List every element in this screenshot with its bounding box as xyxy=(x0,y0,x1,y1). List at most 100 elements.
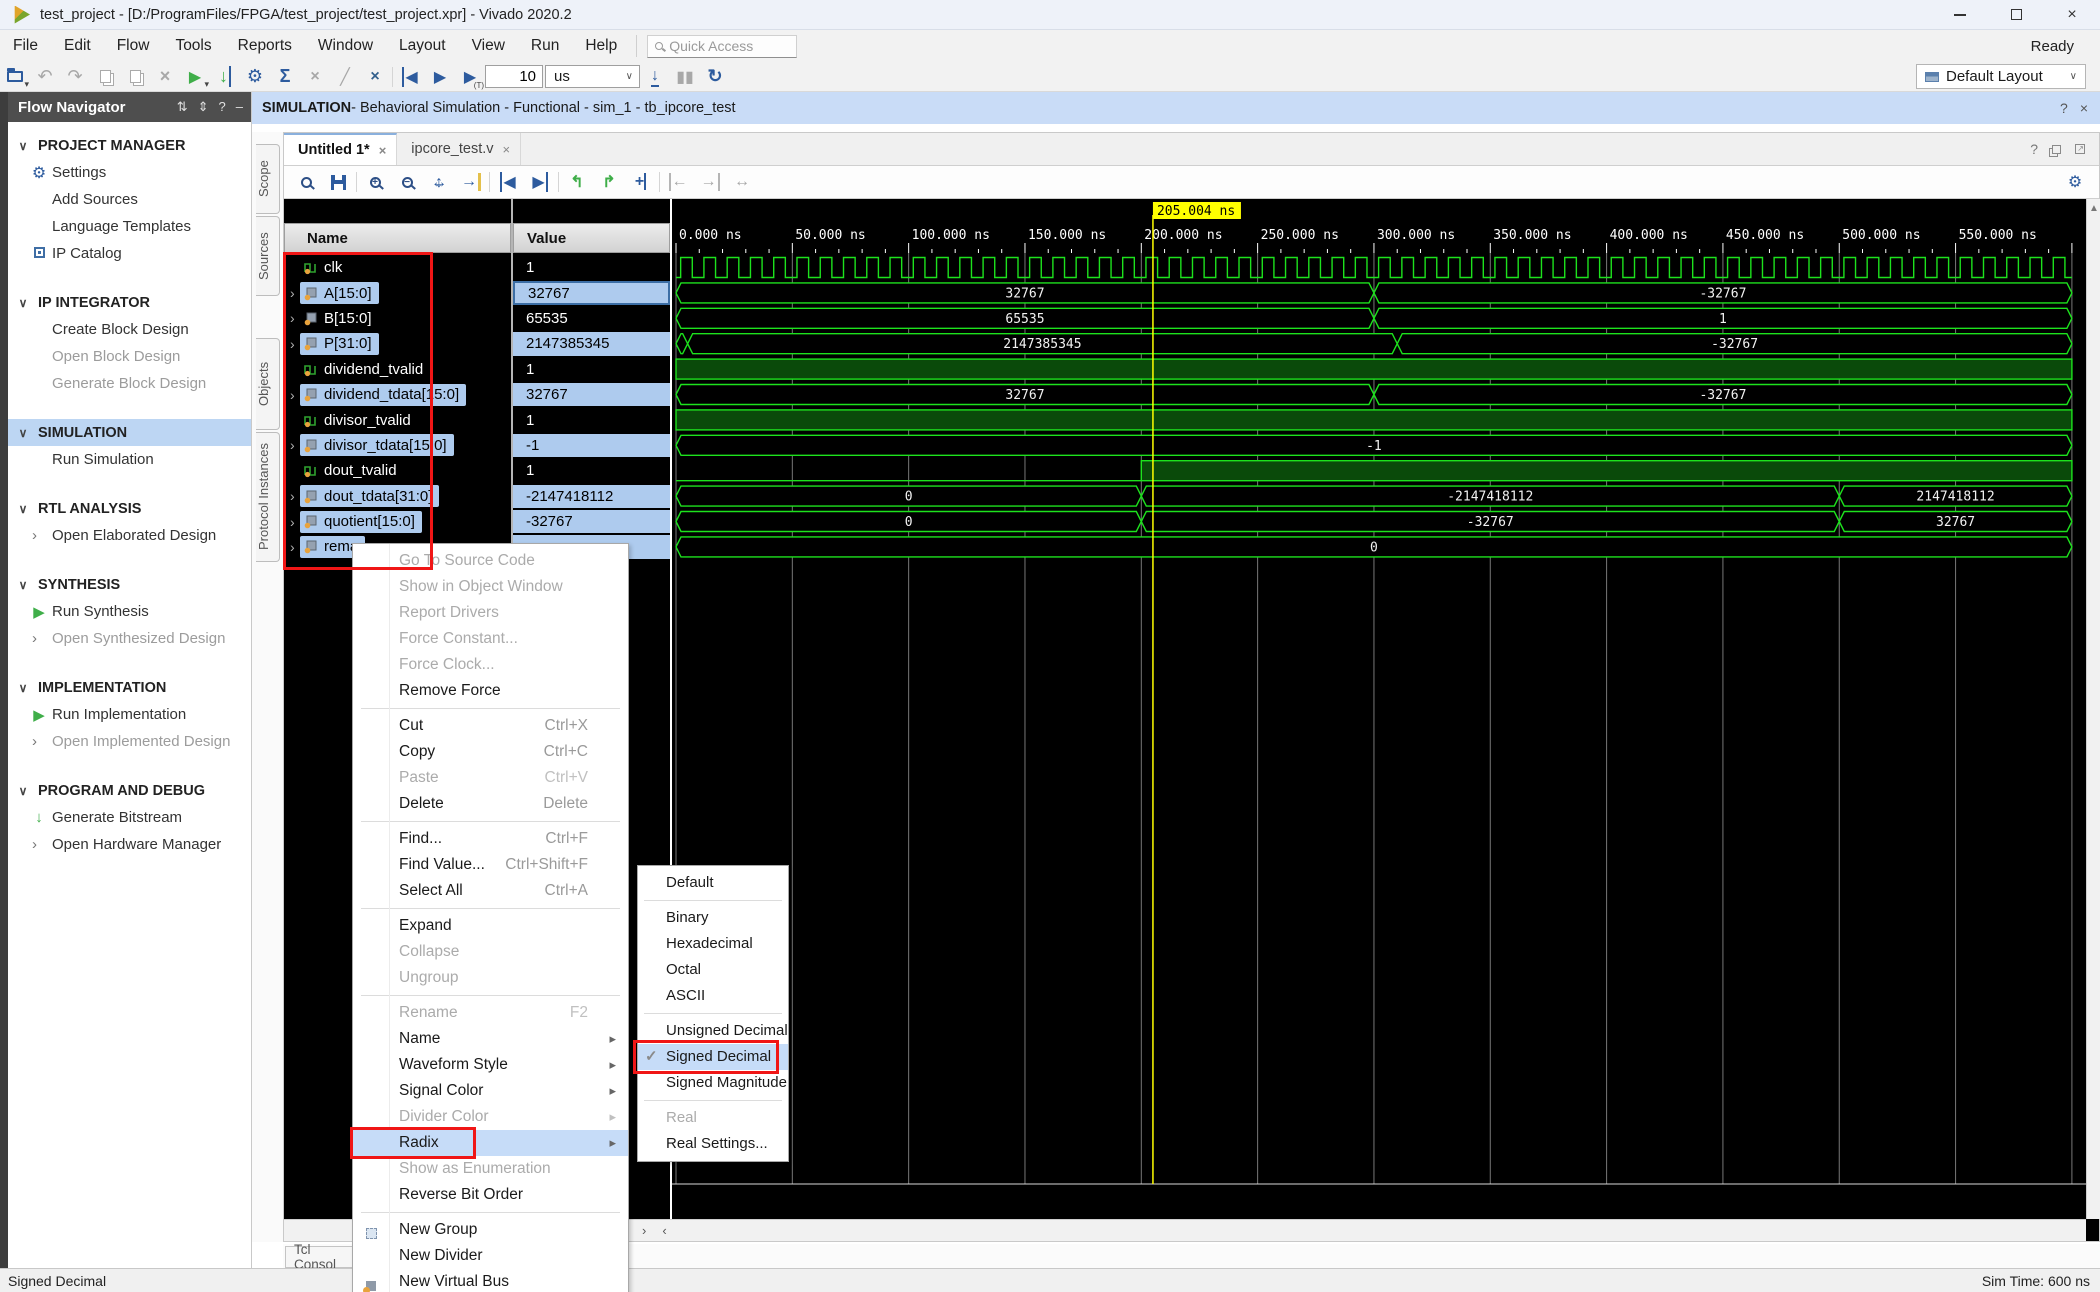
scroll-right-icon[interactable]: › xyxy=(642,1223,646,1238)
value-column-header[interactable]: Value xyxy=(513,223,670,253)
close-tab-icon[interactable]: × xyxy=(503,142,511,157)
previous-marker-button[interactable]: ← xyxy=(662,169,694,195)
flow-section-rtl-analysis[interactable]: ∨RTL ANALYSIS xyxy=(8,495,251,522)
signal-value-row[interactable]: -2147418112 xyxy=(513,484,670,509)
minimize-button[interactable] xyxy=(1932,0,1988,29)
close-tab-icon[interactable]: × xyxy=(379,143,387,158)
flow-section-simulation[interactable]: ∨SIMULATION xyxy=(8,419,251,446)
menu-edit[interactable]: Edit xyxy=(51,30,104,62)
menu-layout[interactable]: Layout xyxy=(386,30,459,62)
radix-option-real-settings[interactable]: Real Settings... xyxy=(638,1131,788,1157)
run-for-time-button[interactable]: ▶(T) xyxy=(455,64,485,90)
step-button[interactable]: ↓ xyxy=(640,64,670,90)
menu-help[interactable]: Help xyxy=(572,30,630,62)
waveform-canvas[interactable]: 0.000 ns50.000 ns100.000 ns150.000 ns200… xyxy=(672,199,2086,1219)
expand-icon[interactable]: › xyxy=(284,488,300,504)
side-tab-sources[interactable]: Sources xyxy=(256,216,280,296)
signal-value-row[interactable]: 2147385345 xyxy=(513,331,670,356)
restart-sim-button[interactable]: ◀ xyxy=(395,64,425,90)
signal-row[interactable]: ›A[15:0] xyxy=(284,280,511,305)
quick-access-search[interactable]: Quick Access xyxy=(647,35,797,58)
menu-item-cut[interactable]: CutCtrl+X xyxy=(353,713,628,739)
external-window-icon[interactable]: ↗ xyxy=(2075,144,2085,154)
menu-item-new-divider[interactable]: New Divider xyxy=(353,1243,628,1269)
previous-transition-button[interactable]: ◀ xyxy=(492,169,524,195)
radix-option-signed-decimal[interactable]: ✓Signed Decimal xyxy=(638,1044,788,1070)
menu-reports[interactable]: Reports xyxy=(225,30,305,62)
menu-item-name[interactable]: Name▸ xyxy=(353,1026,628,1052)
delete-breakpoints-button[interactable]: × xyxy=(360,64,390,90)
expand-icon[interactable]: › xyxy=(284,336,300,352)
relaunch-button[interactable]: ↻ xyxy=(700,64,730,90)
menu-item-select-all[interactable]: Select AllCtrl+A xyxy=(353,878,628,904)
find-button[interactable] xyxy=(290,169,322,195)
signal-row[interactable]: dividend_tvalid xyxy=(284,357,511,382)
flow-item-open-hardware-manager[interactable]: ›Open Hardware Manager xyxy=(8,831,251,858)
flow-section-program-and-debug[interactable]: ∨PROGRAM AND DEBUG xyxy=(8,777,251,804)
radix-option-signed-magnitude[interactable]: Signed Magnitude xyxy=(638,1070,788,1096)
menu-item-new-group[interactable]: New Group xyxy=(353,1217,628,1243)
expand-icon[interactable]: › xyxy=(284,387,300,403)
signal-row[interactable]: ›divisor_tdata[15:0] xyxy=(284,433,511,458)
flow-item-run-simulation[interactable]: Run Simulation xyxy=(8,446,251,473)
flow-item-open-synthesized-design[interactable]: ›Open Synthesized Design xyxy=(8,625,251,652)
close-button[interactable]: × xyxy=(2044,0,2100,29)
flow-item-add-sources[interactable]: Add Sources xyxy=(8,186,251,213)
signal-value-row[interactable]: -1 xyxy=(513,433,670,458)
flow-item-language-templates[interactable]: Language Templates xyxy=(8,213,251,240)
flow-section-implementation[interactable]: ∨IMPLEMENTATION xyxy=(8,674,251,701)
menu-window[interactable]: Window xyxy=(305,30,386,62)
flow-item-open-elaborated-design[interactable]: ›Open Elaborated Design xyxy=(8,522,251,549)
expand-icon[interactable]: › xyxy=(284,310,300,326)
paste-button[interactable] xyxy=(120,64,150,90)
side-tab-protocol-instances[interactable]: Protocol Instances xyxy=(256,432,280,562)
scroll-left-icon[interactable]: ‹ xyxy=(662,1223,666,1238)
flow-item-run-synthesis[interactable]: ▶Run Synthesis xyxy=(8,598,251,625)
expand-icon[interactable]: › xyxy=(284,285,300,301)
menu-tools[interactable]: Tools xyxy=(162,30,224,62)
signal-row[interactable]: ›P[31:0] xyxy=(284,331,511,356)
close-simulation-icon[interactable]: × xyxy=(2080,100,2088,116)
side-tab-scope[interactable]: Scope xyxy=(256,144,280,214)
flow-section-project-manager[interactable]: ∨PROJECT MANAGER xyxy=(8,132,251,159)
maximize-button[interactable] xyxy=(1988,0,2044,29)
side-tab-objects[interactable]: Objects xyxy=(256,338,280,430)
radix-option-hexadecimal[interactable]: Hexadecimal xyxy=(638,931,788,957)
menu-item-copy[interactable]: CopyCtrl+C xyxy=(353,739,628,765)
signal-value-row[interactable]: 1 xyxy=(513,255,670,280)
signal-value-row[interactable]: -32767 xyxy=(513,509,670,534)
delete-button[interactable]: × xyxy=(150,64,180,90)
run-all-button[interactable]: ▶ xyxy=(425,64,455,90)
signal-row[interactable]: dout_tvalid xyxy=(284,458,511,483)
flow-item-settings[interactable]: ⚙Settings xyxy=(8,159,251,186)
layout-selector[interactable]: Default Layout ∨ xyxy=(1916,64,2086,89)
menu-item-waveform-style[interactable]: Waveform Style▸ xyxy=(353,1052,628,1078)
tab-untitled1[interactable]: Untitled 1*× xyxy=(284,133,397,165)
generate-bitstream-button[interactable]: ↓ xyxy=(210,64,240,90)
tab-tcl-console[interactable]: Tcl Consol xyxy=(285,1246,355,1268)
reports-button[interactable]: Σ xyxy=(270,64,300,90)
signal-row[interactable]: ›B[15:0] xyxy=(284,306,511,331)
radix-option-default[interactable]: Default xyxy=(638,870,788,896)
signal-value-row[interactable]: 1 xyxy=(513,357,670,382)
flow-section-ip-integrator[interactable]: ∨IP INTEGRATOR xyxy=(8,289,251,316)
help-icon[interactable]: ? xyxy=(2060,100,2068,116)
flow-item-generate-bitstream[interactable]: ↓Generate Bitstream xyxy=(8,804,251,831)
swap-markers-button[interactable]: ↔ xyxy=(726,169,758,195)
signal-row[interactable]: ›quotient[15:0] xyxy=(284,509,511,534)
redo-button[interactable]: ↷ xyxy=(60,64,90,90)
signal-row[interactable]: divisor_tvalid xyxy=(284,407,511,432)
menu-item-reverse-bit-order[interactable]: Reverse Bit Order xyxy=(353,1182,628,1208)
vertical-scrollbar[interactable]: ▲ xyxy=(2086,199,2100,1219)
flow-item-open-implemented-design[interactable]: ›Open Implemented Design xyxy=(8,728,251,755)
undo-button[interactable]: ↶ xyxy=(30,64,60,90)
menu-file[interactable]: File xyxy=(0,30,51,62)
zoom-fit-button[interactable]: ↔↕ xyxy=(423,169,455,195)
expand-icon[interactable]: › xyxy=(284,514,300,530)
radix-option-octal[interactable]: Octal xyxy=(638,957,788,983)
pause-button[interactable]: ▮▮ xyxy=(670,64,700,90)
flow-item-generate-block-design[interactable]: Generate Block Design xyxy=(8,370,251,397)
menu-item-expand[interactable]: Expand xyxy=(353,913,628,939)
radix-option-unsigned-decimal[interactable]: Unsigned Decimal xyxy=(638,1018,788,1044)
signal-value-row[interactable]: 32767 xyxy=(513,280,670,305)
